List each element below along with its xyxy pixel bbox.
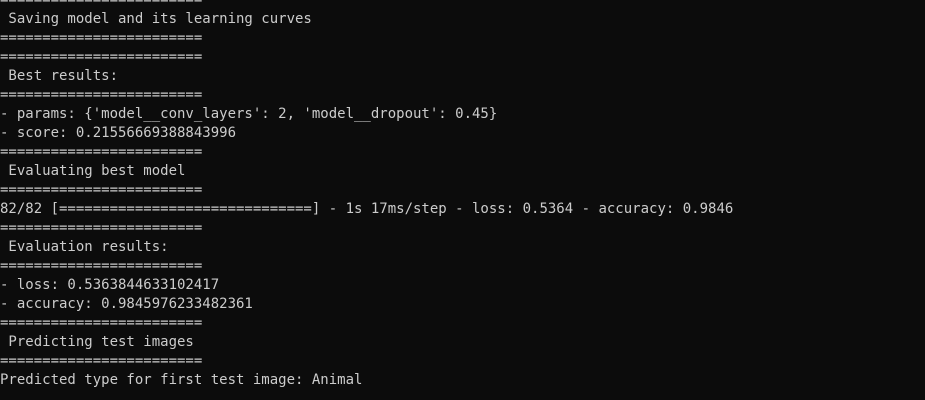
terminal-line: Best results: bbox=[0, 68, 119, 84]
terminal-line: ======================== bbox=[0, 87, 203, 103]
terminal-line: ======================== bbox=[0, 30, 203, 46]
terminal-line: ======================== bbox=[0, 220, 203, 236]
terminal-line: Evaluation results: bbox=[0, 239, 169, 255]
terminal-output: ======================== Saving model an… bbox=[0, 0, 925, 390]
terminal-line: ======================== bbox=[0, 144, 203, 160]
terminal-line: - score: 0.21556669388843996 bbox=[0, 125, 237, 141]
terminal-line: - accuracy: 0.9845976233482361 bbox=[0, 296, 253, 312]
terminal-line: ======================== bbox=[0, 315, 203, 331]
terminal-line: Evaluating best model bbox=[0, 163, 186, 179]
terminal-line: - loss: 0.5363844633102417 bbox=[0, 277, 220, 293]
terminal-line: ======================== bbox=[0, 0, 203, 8]
terminal-line: Saving model and its learning curves bbox=[0, 11, 312, 27]
terminal-line: Predicting test images bbox=[0, 334, 194, 350]
terminal-line: ======================== bbox=[0, 182, 203, 198]
terminal-line: - params: {'model__conv_layers': 2, 'mod… bbox=[0, 106, 498, 122]
terminal-line: ======================== bbox=[0, 49, 203, 65]
terminal-window[interactable]: ======================== Saving model an… bbox=[0, 0, 925, 400]
progress-line: 82/82 [==============================] -… bbox=[0, 201, 734, 217]
terminal-line: ======================== bbox=[0, 258, 203, 274]
terminal-line: ======================== bbox=[0, 353, 203, 369]
terminal-line: Predicted type for first test image: Ani… bbox=[0, 372, 363, 388]
